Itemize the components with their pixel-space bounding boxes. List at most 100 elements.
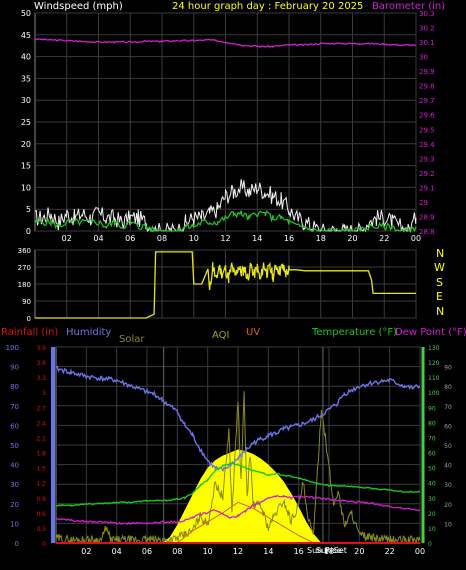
barometer-tick: 30.2 [419,25,435,33]
uv-tick: 20 [444,502,452,509]
humidity-tick: 90 [10,364,19,372]
windspeed-tick: 5 [26,205,31,214]
windspeed-tick: 25 [21,118,31,127]
rainfall-tick: 3.3 [36,375,46,382]
windspeed-tick: 10 [21,183,31,192]
solar-label: Solar [119,334,145,345]
windspeed-tick: 30 [21,96,31,105]
dewpoint-axis-label: Dew Point (°F) [395,327,466,338]
temperature-tick: 100 [428,390,440,397]
barometer-tick: 29.3 [419,155,435,163]
temperature-tick: 130 [428,345,440,352]
rainfall-tick: 0.3 [36,526,46,533]
uv-label: UV [246,327,260,338]
panel1-x-tick: 18 [316,234,326,243]
windspeed-tick: 15 [21,162,31,171]
windspeed-tick: 40 [21,53,31,62]
humidity-tick: 30 [10,481,19,489]
direction-tick: 270 [18,264,31,272]
uv-tick: 50 [444,443,452,450]
barometer-tick: 28.8 [419,228,435,236]
rainfall-tick: 0.6 [36,511,46,518]
panel3-x-tick: 18 [324,547,334,556]
panel1-x-tick: 02 [62,234,72,243]
temperature-tick: 0 [428,541,432,548]
panel3-x-tick: 06 [142,547,152,556]
uv-tick: 40 [444,463,452,470]
panel3-x-tick: 02 [81,547,91,556]
uv-tick: 60 [444,423,452,430]
temperature-tick: 90 [428,405,436,412]
windspeed-tick: 0 [26,227,31,236]
uv-tick: 90 [444,365,452,372]
compass-label-n-bottom: N [436,305,444,318]
temperature-tick: 10 [428,526,436,533]
barometer-tick: 30.1 [419,39,435,47]
barometer-tick: 28.9 [419,213,435,221]
barometer-tick: 29.4 [419,141,435,149]
panel1-x-tick: 20 [347,234,357,243]
barometer-tick: 29.7 [419,97,435,105]
chart-title: 24 hour graph day : February 20 2025 [172,1,363,12]
rainfall-tick: 3 [42,390,46,397]
rainfall-tick: 1.8 [36,451,46,458]
compass-label-s: S [436,276,443,289]
rainfall-tick: 0.9 [36,496,46,503]
uv-tick: 10 [444,521,452,528]
humidity-tick: 40 [10,462,19,470]
humidity-tick: 0 [15,540,19,548]
weather-graph: Windspeed (mph) 24 hour graph day : Febr… [0,0,466,566]
panel3-x-tick: 16 [294,547,304,556]
rainfall-axis-label: Rainfall (in) [1,327,58,338]
temperature-tick: 40 [428,481,436,488]
panel3-x-tick: 00 [415,547,425,556]
rainfall-tick: 2.1 [36,435,46,442]
temperature-axis-label: Temperature (°F) [311,327,397,338]
barometer-tick: 29.8 [419,83,435,91]
windspeed-tick: 20 [21,140,31,149]
barometer-tick: 30.3 [419,10,435,18]
rainfall-tick: 2.7 [36,405,46,412]
barometer-tick: 29.2 [419,170,435,178]
barometer-tick: 29.6 [419,112,435,120]
windspeed-tick: 45 [21,31,31,40]
humidity-tick: 70 [10,403,19,411]
humidity-tick: 20 [10,501,19,509]
uv-tick: 80 [444,384,452,391]
temperature-tick: 60 [428,451,436,458]
barometer-tick: 29 [419,199,428,207]
humidity-tick: 80 [10,383,19,391]
humidity-axis-label: Humidity [66,327,111,338]
temperature-tick: 80 [428,420,436,427]
rainfall-tick: 0 [42,541,46,548]
panel1-x-tick: 06 [125,234,135,243]
windspeed-tick: 35 [21,74,31,83]
direction-tick: 360 [18,247,31,255]
barometer-tick: 29.1 [419,184,435,192]
rainfall-tick: 3.9 [36,345,46,352]
barometer-tick: 29.5 [419,126,435,134]
panel3-x-tick: 04 [112,547,122,556]
direction-tick: 90 [22,298,31,306]
compass-label-e: E [436,290,443,303]
barometer-tick: 29.9 [419,68,435,76]
direction-tick: 180 [18,281,31,289]
windspeed-tick: 50 [21,9,31,18]
panel3-x-tick: 08 [172,547,182,556]
panel1-x-tick: 08 [157,234,167,243]
compass-label-w: W [434,261,445,274]
weather-chart-svg: Windspeed (mph) 24 hour graph day : Febr… [0,0,466,566]
panel3-x-tick: 10 [203,547,213,556]
temperature-tick: 30 [428,496,436,503]
panel1-x-tick: 22 [379,234,389,243]
panel3-x-tick: 14 [263,547,273,556]
panel1-x-tick: 14 [252,234,262,243]
compass-label-n-top: N [436,247,444,260]
panel3-x-tick: 20 [354,547,364,556]
panel1-x-tick: 10 [189,234,199,243]
aqi-label: AQI [212,330,230,341]
windspeed-axis-label: Windspeed (mph) [34,1,123,12]
direction-tick: 0 [27,315,31,323]
panel3-x-tick: 22 [385,547,395,556]
humidity-tick: 50 [10,442,19,450]
